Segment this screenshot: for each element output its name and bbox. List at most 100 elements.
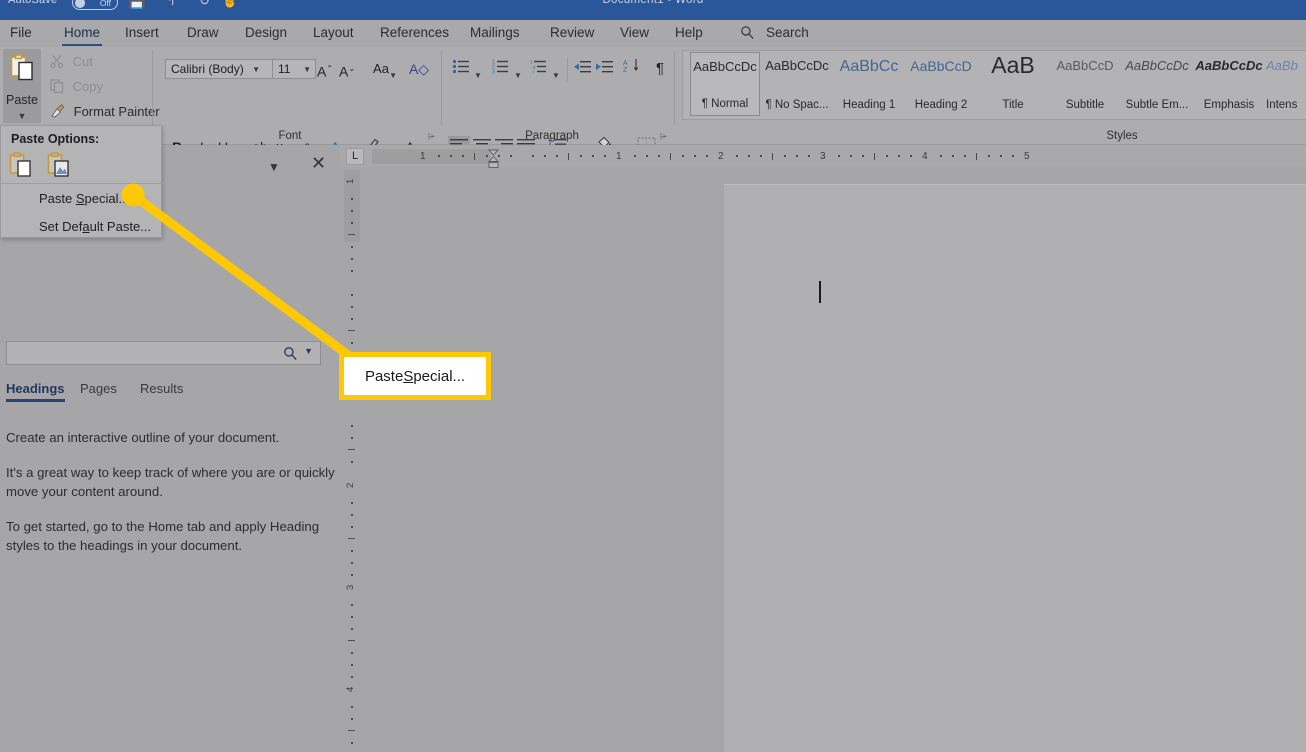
font-family-value: Calibri (Body)	[171, 62, 244, 76]
callout-text: Paste Special...	[344, 357, 486, 395]
chevron-down-icon[interactable]: ▼	[471, 58, 485, 80]
copy-label: Copy	[72, 79, 103, 94]
font-dialog-launcher[interactable]: ⌲	[428, 131, 438, 141]
font-family-combo[interactable]: Calibri (Body) ▼	[165, 59, 275, 79]
tab-view[interactable]: View	[618, 20, 651, 47]
horizontal-ruler[interactable]: L 1 1 2 3 4 5	[340, 145, 1306, 168]
style-title[interactable]: AaB Title	[978, 52, 1048, 116]
chevron-down-icon[interactable]: ▼	[304, 346, 313, 356]
increase-indent-icon	[596, 61, 613, 73]
style-intense-emphasis[interactable]: AaBb Intens	[1266, 52, 1306, 116]
tab-home[interactable]: Home	[62, 20, 103, 47]
cut-button[interactable]: Cut	[50, 54, 93, 69]
svg-text:i: i	[533, 69, 534, 74]
cut-label: Cut	[72, 54, 93, 69]
paste-keep-text-only-icon[interactable]	[9, 152, 33, 178]
callout-box: Paste Special...	[339, 352, 491, 400]
bullet-list-icon	[452, 60, 469, 73]
vertical-ruler[interactable]: 1 2 3 4	[344, 170, 360, 752]
chevron-down-icon[interactable]: ▼	[549, 58, 563, 80]
document-page[interactable]	[724, 184, 1306, 752]
tab-layout[interactable]: Layout	[311, 20, 356, 47]
format-painter-label: Format Painter	[73, 104, 160, 119]
multilevel-list-button[interactable]: 1 a i	[527, 58, 549, 80]
tab-references[interactable]: References	[378, 20, 451, 47]
font-size-combo[interactable]: 11 ▼	[272, 59, 316, 79]
chevron-down-icon[interactable]: ▼	[268, 160, 280, 174]
style-heading-1[interactable]: AaBbCc Heading 1	[834, 52, 904, 116]
chevron-down-icon[interactable]: ▼	[511, 58, 525, 80]
paste-button[interactable]: Paste ▼	[3, 49, 41, 123]
tab-review[interactable]: Review	[548, 20, 596, 47]
group-divider	[441, 51, 442, 125]
style-normal[interactable]: AaBbCcDc ¶ Normal	[690, 52, 760, 116]
menu-item-label-post: ult Paste...	[89, 219, 152, 234]
style-preview: AaBbCcDc	[693, 59, 757, 74]
style-preview: AaBbCcD	[1056, 58, 1114, 73]
style-preview: AaBb	[1266, 58, 1298, 73]
style-no-spacing[interactable]: AaBbCcDc ¶ No Spac...	[762, 52, 832, 116]
sort-button[interactable]: A Z	[621, 58, 643, 80]
style-heading-2[interactable]: AaBbCcD Heading 2	[906, 52, 976, 116]
ruler-track: 1 1 2 3 4 5	[372, 149, 1304, 168]
grow-font-button[interactable]: A⌃	[315, 58, 335, 80]
clear-formatting-button[interactable]: A◇	[408, 58, 430, 80]
format-painter-button[interactable]: Format Painter	[50, 104, 160, 119]
nav-tab-headings[interactable]: Headings	[6, 381, 65, 402]
style-preview: AaBbCcD	[910, 58, 972, 74]
close-icon[interactable]: ✕	[311, 153, 326, 174]
callout-text-post: pecial...	[413, 367, 466, 385]
bullets-button[interactable]	[450, 58, 472, 80]
group-divider	[152, 51, 153, 125]
menu-item-set-default-paste[interactable]: Set Default Paste...	[39, 219, 151, 234]
decrease-indent-button[interactable]	[571, 58, 593, 80]
clipboard-icon	[10, 54, 33, 81]
style-emphasis[interactable]: AaBbCcDc Emphasis	[1194, 52, 1264, 116]
group-divider	[674, 51, 675, 125]
change-case-button[interactable]: Aa ▼	[366, 58, 397, 80]
style-preview: AaB	[991, 52, 1035, 78]
chevron-down-icon[interactable]: ▼	[3, 111, 41, 121]
tab-help[interactable]: Help	[673, 20, 705, 47]
menu-item-paste-special[interactable]: Paste Special...	[39, 191, 129, 206]
style-subtitle[interactable]: AaBbCcD Subtitle	[1050, 52, 1120, 116]
text-cursor	[819, 281, 821, 303]
tab-stop-selector[interactable]: L	[346, 148, 364, 165]
tab-insert[interactable]: Insert	[123, 20, 161, 47]
style-name: ¶ Normal	[701, 98, 749, 110]
tab-draw[interactable]: Draw	[185, 20, 221, 47]
paste-picture-icon[interactable]	[47, 152, 71, 178]
nav-tab-results[interactable]: Results	[140, 381, 183, 396]
style-preview: AaBbCcDc	[1195, 58, 1263, 73]
chevron-down-icon[interactable]: ▼	[252, 60, 260, 79]
menu-item-accel-key: S	[75, 191, 85, 206]
style-subtle-emphasis[interactable]: AaBbCcDc Subtle Em...	[1122, 52, 1192, 116]
svg-text:A: A	[623, 60, 628, 67]
chevron-down-icon[interactable]: ▼	[303, 60, 311, 79]
nav-tab-pages[interactable]: Pages	[80, 381, 117, 396]
shrink-font-button[interactable]: A⌄	[337, 58, 357, 80]
ruler-number: 1	[345, 178, 356, 184]
tab-design[interactable]: Design	[243, 20, 289, 47]
copy-icon	[50, 79, 64, 94]
numbering-button[interactable]: 1 2 3	[489, 58, 511, 80]
style-name: Subtitle	[1065, 99, 1105, 111]
indent-marker-icon[interactable]	[488, 149, 499, 171]
tab-file[interactable]: File	[8, 20, 34, 47]
callout-text-pre: Paste	[364, 367, 404, 385]
search-icon	[741, 26, 754, 39]
ruler-number: 3	[820, 151, 826, 162]
svg-text:3: 3	[492, 69, 495, 74]
word-application-window: AutoSave Off 💾 ↰ ↻ ☝ Document1 - Word Fi…	[0, 0, 1306, 752]
menu-item-label-post: pecial...	[84, 191, 130, 206]
document-title: Document1 - Word	[602, 0, 704, 6]
style-name: Intens	[1266, 99, 1298, 111]
navigation-search-input[interactable]: ▼	[6, 341, 321, 365]
increase-indent-button[interactable]	[593, 58, 615, 80]
show-formatting-marks-button[interactable]: ¶	[650, 58, 670, 80]
search-box[interactable]: Search	[740, 20, 809, 47]
menu-divider	[1, 183, 163, 184]
tab-mailings[interactable]: Mailings	[468, 20, 522, 47]
paragraph-dialog-launcher[interactable]: ⌲	[660, 131, 670, 141]
copy-button[interactable]: Copy	[50, 79, 103, 94]
